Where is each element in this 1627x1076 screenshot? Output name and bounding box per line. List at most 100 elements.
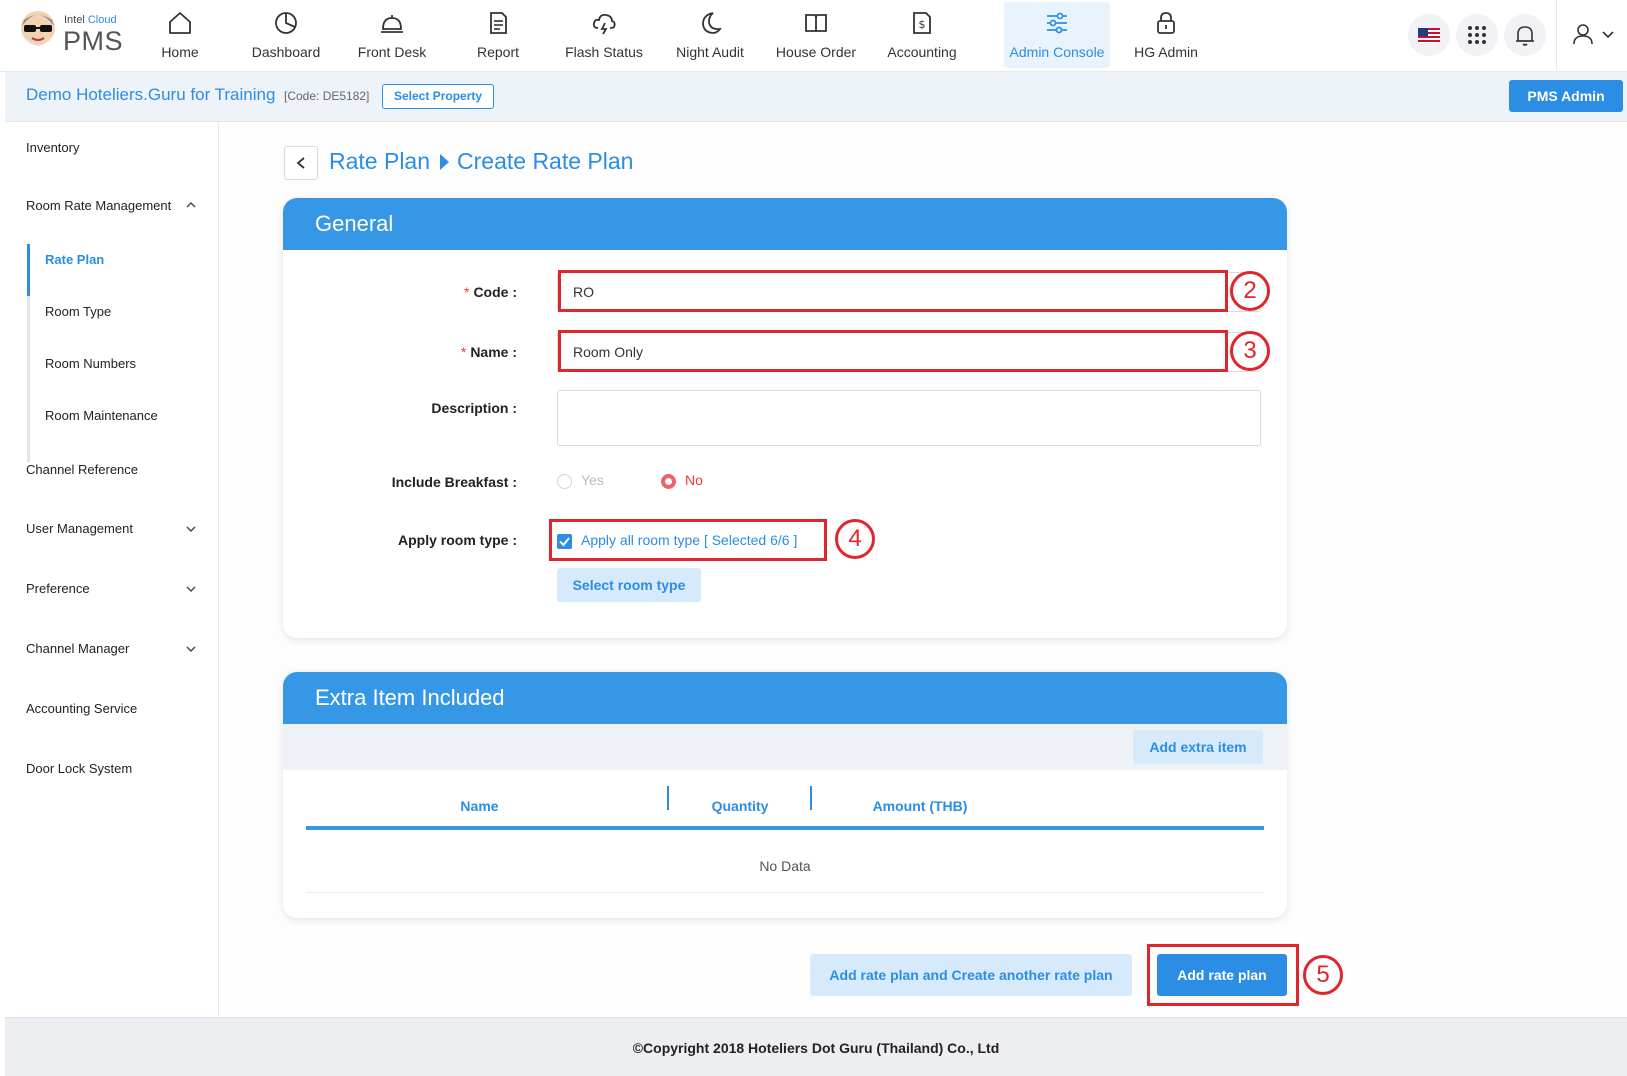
nav-dashboard[interactable]: Dashboard: [233, 2, 339, 68]
language-button[interactable]: [1408, 14, 1450, 56]
sidebar-item-door-lock-system[interactable]: Door Lock System: [26, 761, 132, 776]
sidebar-item-channel-reference[interactable]: Channel Reference: [26, 462, 138, 477]
name-label: * Name :: [460, 344, 517, 360]
chevron-down-icon: [1602, 31, 1614, 39]
table-header-underline: [306, 826, 1264, 830]
description-textarea[interactable]: [557, 390, 1261, 446]
logo-mascot-icon: [21, 11, 55, 46]
nav-admin-console-label: Admin Console: [1009, 44, 1105, 60]
extra-item-toolbar: Add extra item: [283, 724, 1287, 770]
back-button[interactable]: [284, 146, 318, 180]
step-number-4: 4: [835, 519, 875, 559]
cloud-lightning-icon: [592, 13, 616, 35]
brand-tagline: Intel Cloud: [64, 14, 117, 26]
nav-home[interactable]: Home: [127, 2, 233, 68]
notifications-button[interactable]: [1504, 14, 1546, 56]
document-icon: [490, 12, 507, 34]
chevron-up-icon[interactable]: [185, 199, 197, 211]
table-bottom-divider: [306, 892, 1264, 893]
money-file-icon: $: [913, 12, 931, 34]
column-header-amount[interactable]: Amount (THB): [812, 798, 1028, 814]
sliders-icon: [1047, 12, 1067, 34]
breadcrumb-parent[interactable]: Rate Plan: [329, 148, 430, 174]
sidebar-item-preference[interactable]: Preference: [26, 581, 90, 596]
main-content: Rate Plan Create Rate Plan General * Code …: [220, 122, 1627, 1016]
lock-icon: [1157, 12, 1175, 34]
sidebar-item-room-maintenance[interactable]: Room Maintenance: [45, 408, 158, 423]
book-icon: [805, 14, 827, 32]
top-navigation: Intel Cloud PMS Home Dashboard Front Des…: [0, 0, 1627, 72]
breadcrumb-arrow-icon: [440, 153, 450, 170]
chevron-down-icon[interactable]: [185, 583, 197, 595]
sidebar-item-inventory[interactable]: Inventory: [26, 140, 79, 155]
extra-item-card: Extra Item Included Add extra item Name …: [283, 672, 1287, 918]
nav-report[interactable]: Report: [445, 2, 551, 68]
column-header-quantity[interactable]: Quantity: [669, 798, 811, 814]
nav-night-audit[interactable]: Night Audit: [657, 2, 763, 68]
pms-admin-button[interactable]: PMS Admin: [1509, 80, 1623, 112]
empty-table-message: No Data: [759, 858, 811, 874]
chevron-left-icon: [296, 157, 305, 169]
annotation-box-add-button: [1147, 944, 1299, 1006]
nav-admin-console[interactable]: Admin Console: [1004, 2, 1110, 68]
pie-chart-icon: [275, 12, 297, 34]
nav-hg-admin-label: HG Admin: [1134, 44, 1198, 60]
add-extra-item-button[interactable]: Add extra item: [1133, 730, 1263, 764]
breadcrumb-current: Create Rate Plan: [457, 148, 634, 174]
sidebar-item-room-rate-management[interactable]: Room Rate Management: [26, 198, 171, 213]
sidebar-item-room-numbers[interactable]: Room Numbers: [45, 356, 136, 371]
nav-front-desk-label: Front Desk: [357, 44, 427, 60]
sidebar-item-user-management[interactable]: User Management: [26, 521, 133, 536]
property-code: [Code: DE5182]: [284, 89, 370, 103]
copyright-text: ©Copyright 2018 Hoteliers Dot Guru (Thai…: [632, 1040, 1000, 1056]
footer: ©Copyright 2018 Hoteliers Dot Guru (Thai…: [5, 1017, 1627, 1076]
code-label: * Code :: [463, 284, 517, 300]
submenu-track: [27, 244, 30, 462]
nav-flash-status-label: Flash Status: [565, 44, 643, 60]
add-and-create-another-button[interactable]: Add rate plan and Create another rate pl…: [810, 954, 1132, 996]
sidebar: Inventory Room Rate Management Rate Plan…: [5, 122, 219, 1016]
svg-text:$: $: [919, 18, 926, 31]
bell-icon: [381, 15, 403, 33]
breadcrumb: Rate Plan Create Rate Plan: [329, 148, 633, 175]
general-card-title: General: [283, 198, 1287, 250]
select-room-type-button[interactable]: Select room type: [557, 568, 701, 602]
nav-hg-admin[interactable]: HG Admin: [1113, 2, 1219, 68]
nav-accounting[interactable]: $ Accounting: [869, 2, 975, 68]
breakfast-yes-label[interactable]: Yes: [581, 472, 604, 488]
nav-accounting-label: Accounting: [887, 44, 957, 60]
notification-bell-icon: [1516, 26, 1534, 46]
moon-icon: [702, 12, 722, 34]
apps-button[interactable]: [1456, 14, 1498, 56]
apply-room-type-label: Apply room type :: [397, 532, 517, 548]
app-logo[interactable]: Intel Cloud PMS: [14, 4, 124, 64]
sidebar-item-rate-plan[interactable]: Rate Plan: [45, 252, 104, 267]
nav-house-order[interactable]: House Order: [763, 2, 869, 68]
sidebar-item-room-type[interactable]: Room Type: [45, 304, 111, 319]
column-header-name[interactable]: Name: [306, 798, 653, 814]
step-number-5: 5: [1303, 955, 1343, 995]
us-flag-icon: [1418, 28, 1440, 43]
chevron-down-icon[interactable]: [185, 523, 197, 535]
nav-front-desk[interactable]: Front Desk: [339, 2, 445, 68]
nav-dashboard-label: Dashboard: [251, 44, 321, 60]
required-marker: *: [460, 344, 467, 360]
select-property-button[interactable]: Select Property: [382, 84, 495, 109]
annotation-box-code: [558, 270, 1228, 312]
nav-house-order-label: House Order: [775, 44, 857, 60]
sidebar-item-channel-manager[interactable]: Channel Manager: [26, 641, 129, 656]
sidebar-item-accounting-service[interactable]: Accounting Service: [26, 701, 137, 716]
nav-flash-status[interactable]: Flash Status: [551, 2, 657, 68]
annotation-box-room-type: [549, 519, 827, 561]
property-name: Demo Hoteliers.Guru for Training: [26, 85, 276, 104]
user-menu[interactable]: [1556, 0, 1627, 70]
description-label: Description :: [431, 400, 517, 416]
step-number-3: 3: [1230, 331, 1270, 371]
include-breakfast-label: Include Breakfast :: [391, 474, 517, 490]
step-number-2: 2: [1230, 271, 1270, 311]
chevron-down-icon[interactable]: [185, 643, 197, 655]
user-icon: [1573, 24, 1593, 45]
breakfast-no-radio[interactable]: [661, 474, 676, 489]
breakfast-no-label[interactable]: No: [685, 472, 703, 488]
breakfast-yes-radio[interactable]: [557, 474, 572, 489]
